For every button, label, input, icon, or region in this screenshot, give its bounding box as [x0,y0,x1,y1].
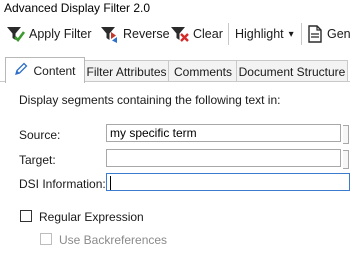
chevron-down-icon: ▾ [288,28,294,40]
toolbar: Apply Filter Reverse Clear Highlight ▾ G… [0,17,350,50]
tab-filter-attributes-label: Filter Attributes [86,64,167,79]
funnel-check-icon [6,25,26,43]
dsi-information-label: DSI Information: [19,177,106,191]
tab-strip: Content Filter Attributes Comments Docum… [0,57,350,83]
clear-button[interactable]: Clear [170,24,223,44]
funnel-clear-icon [170,25,190,43]
tab-document-structure-label: Document Structure [238,64,346,79]
regular-expression-label: Regular Expression [39,210,144,224]
title-bar: Advanced Display Filter 2.0 [0,0,350,16]
tab-document-structure[interactable]: Document Structure [236,60,348,82]
highlight-dropdown-button[interactable]: Highlight ▾ [235,24,294,44]
source-label: Source: [19,128,61,142]
use-backreferences-checkbox[interactable] [40,233,52,245]
target-expand-handle[interactable] [343,150,349,169]
target-label: Target: [19,153,56,167]
tab-comments[interactable]: Comments [168,60,238,82]
gen-label: Gen [327,27,350,41]
document-icon [306,25,324,43]
reverse-label: Reverse [123,27,170,41]
tab-comments-label: Comments [173,64,232,79]
regular-expression-checkbox[interactable] [20,210,32,222]
target-input[interactable] [106,149,341,167]
description-text: Display segments containing the followin… [19,93,281,107]
clear-label: Clear [193,27,223,41]
dsi-information-input[interactable] [106,173,350,191]
tab-content[interactable]: Content [5,57,85,83]
toolbar-separator [301,23,302,45]
tab-content-label: Content [33,63,76,78]
reverse-button[interactable]: Reverse [100,24,170,44]
source-expand-handle[interactable] [343,125,349,144]
apply-filter-button[interactable]: Apply Filter [6,24,92,44]
text-caret [110,176,111,190]
pencil-icon [14,62,28,79]
use-backreferences-label: Use Backreferences [59,233,168,247]
source-input[interactable] [106,124,341,142]
apply-filter-label: Apply Filter [29,27,92,41]
gen-button[interactable]: Gen [306,24,350,44]
tab-filter-attributes[interactable]: Filter Attributes [83,60,170,82]
toolbar-separator [228,23,229,45]
window-title: Advanced Display Filter 2.0 [4,1,151,15]
highlight-label: Highlight [235,27,284,41]
funnel-reverse-icon [100,25,120,43]
